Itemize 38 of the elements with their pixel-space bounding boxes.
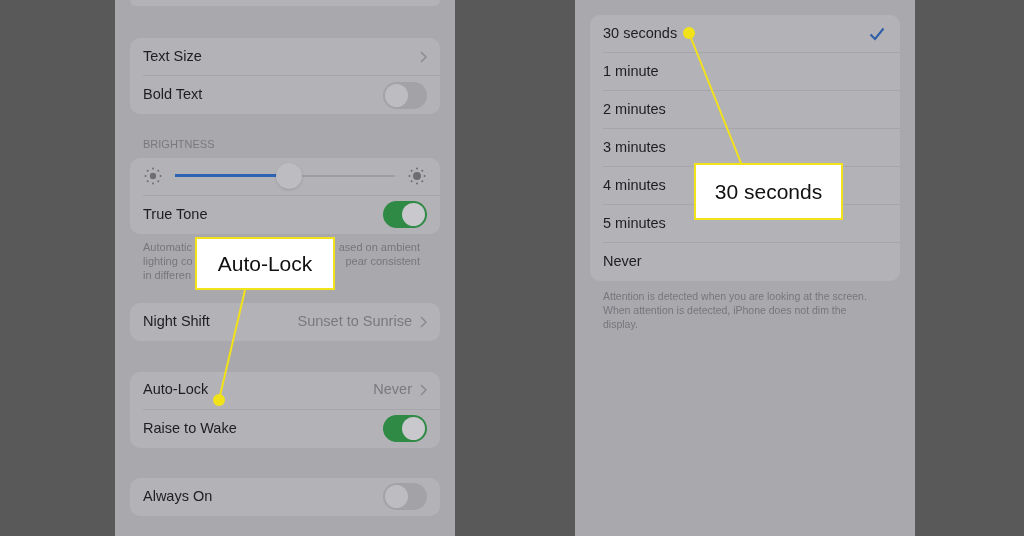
option-label: 5 minutes — [603, 213, 666, 233]
chevron-icon — [420, 315, 427, 328]
option-row[interactable]: 1 minute — [590, 53, 900, 91]
toggle-switch[interactable] — [383, 81, 427, 109]
callout-tooltip: 30 seconds — [694, 163, 843, 220]
row-value: Sunset to Sunrise — [297, 311, 412, 331]
settings-row[interactable]: True Tone — [130, 195, 440, 234]
row-label: Bold Text — [143, 85, 203, 105]
callout-tooltip: Auto-Lock — [195, 237, 335, 290]
toggle-switch[interactable] — [383, 415, 427, 442]
option-label: 2 minutes — [603, 99, 666, 119]
settings-row[interactable]: Bold Text — [130, 76, 440, 114]
settings-row[interactable]: Night Shift Sunset to Sunrise — [130, 302, 440, 341]
row-label: Auto-Lock — [143, 380, 209, 400]
slider-thumb[interactable] — [276, 163, 303, 189]
settings-row[interactable]: Text Size — [130, 38, 440, 76]
option-label: 30 seconds — [603, 23, 678, 43]
row-label: True Tone — [143, 204, 208, 224]
sun-icon — [143, 166, 163, 186]
settings-row[interactable]: Raise to Wake — [130, 409, 440, 448]
option-label: 1 minute — [603, 61, 659, 81]
chevron-icon — [420, 384, 427, 396]
option-label: 3 minutes — [603, 137, 666, 157]
row-label: Always On — [143, 486, 213, 506]
option-row[interactable]: 2 minutes — [590, 91, 900, 129]
brightness-slider[interactable] — [175, 163, 395, 189]
chevron-icon — [420, 50, 427, 63]
row-value: Never — [373, 380, 412, 400]
option-row[interactable]: Never — [590, 243, 900, 281]
option-label: 4 minutes — [603, 175, 666, 195]
row-label: Text Size — [143, 46, 202, 66]
toggle-switch[interactable] — [383, 201, 427, 228]
settings-row[interactable]: Always On — [130, 477, 440, 516]
option-label: Never — [603, 252, 642, 272]
row-label: Raise to Wake — [143, 418, 237, 438]
toggle-switch[interactable] — [383, 483, 427, 510]
row-label: Night Shift — [143, 311, 210, 331]
sun-icon — [407, 166, 427, 186]
